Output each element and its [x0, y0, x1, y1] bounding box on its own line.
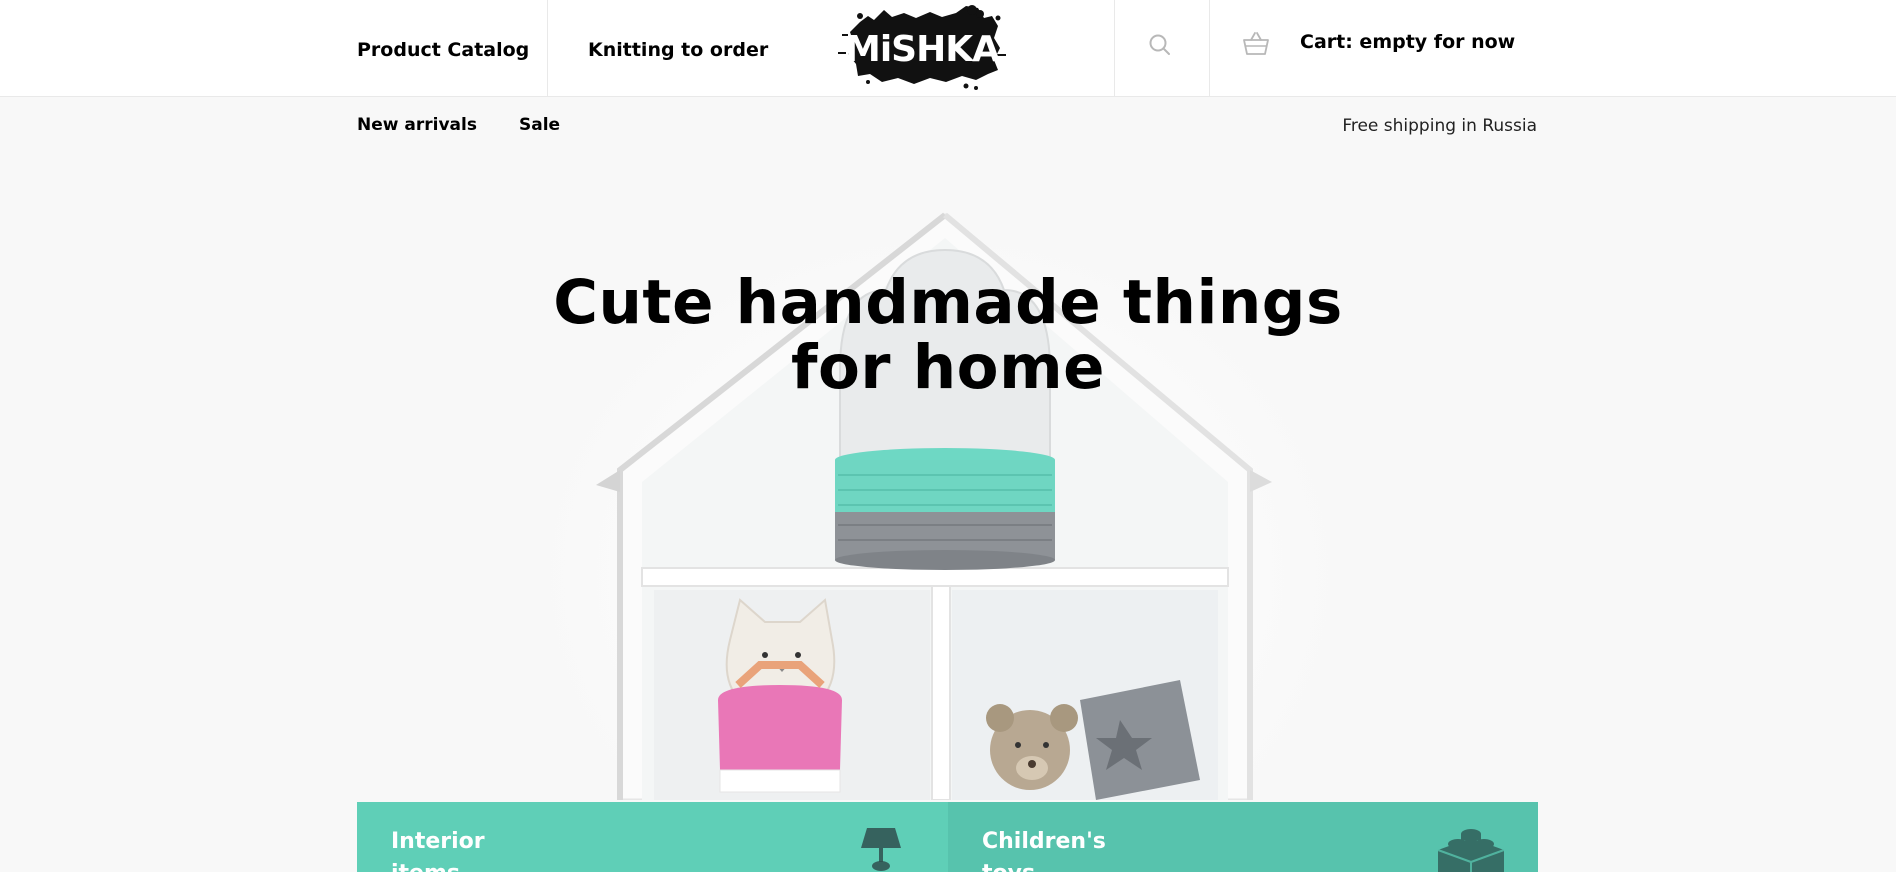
header-divider [1114, 0, 1115, 97]
subnav-sale[interactable]: Sale [519, 115, 560, 135]
hero-image [520, 180, 1360, 800]
site-header: Product Catalog Knitting to order MiSHKA [0, 0, 1896, 97]
category-label: Children's toys [982, 829, 1106, 872]
logo-mark: MiSHKA [838, 5, 1006, 90]
subnav-new-arrivals[interactable]: New arrivals [357, 115, 477, 135]
header-divider [547, 0, 548, 97]
category-interior-items[interactable]: Interior items [357, 802, 948, 872]
hero-title-line-2: for home [790, 332, 1106, 403]
svg-text:MiSHKA: MiSHKA [845, 29, 1000, 70]
hero-title: Cute handmade things for home [548, 270, 1348, 400]
lamp-icon [859, 826, 903, 872]
basket-icon[interactable] [1242, 30, 1270, 56]
nav-knitting-to-order[interactable]: Knitting to order [588, 0, 768, 97]
category-label: Interior items [391, 829, 485, 872]
cart-link[interactable]: Cart: empty for now [1300, 0, 1515, 84]
hero-title-line-1: Cute handmade things [553, 267, 1343, 338]
header-divider [1209, 0, 1210, 97]
category-childrens-toys[interactable]: Children's toys [948, 802, 1538, 872]
toy-blocks-icon [1436, 824, 1506, 872]
site-logo[interactable]: MiSHKA [838, 4, 1006, 90]
free-shipping-note: Free shipping in Russia [1342, 116, 1537, 136]
nav-product-catalog[interactable]: Product Catalog [357, 0, 529, 97]
search-icon[interactable] [1148, 33, 1172, 57]
